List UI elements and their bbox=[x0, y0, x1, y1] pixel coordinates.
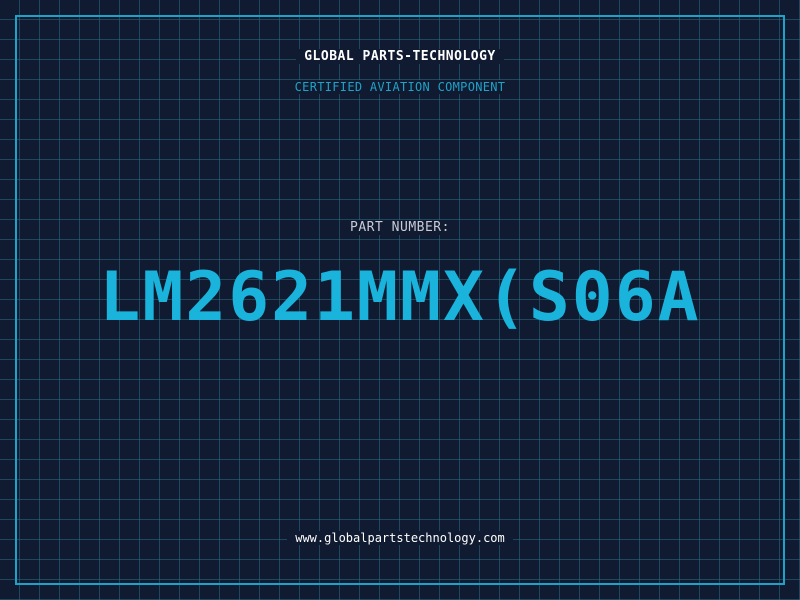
certification-tagline: CERTIFIED AVIATION COMPONENT bbox=[0, 80, 800, 94]
company-name-text: GLOBAL PARTS-TECHNOLOGY bbox=[296, 49, 504, 64]
certificate-page: GLOBAL PARTS-TECHNOLOGY CERTIFIED AVIATI… bbox=[0, 0, 800, 600]
part-number-label: PART NUMBER: bbox=[0, 220, 800, 235]
website-url-text: www.globalpartstechnology.com bbox=[287, 531, 513, 545]
website-url: www.globalpartstechnology.com bbox=[0, 531, 800, 545]
part-number-value: LM2621MMX(S06A bbox=[99, 258, 701, 337]
tagline-text: CERTIFIED AVIATION COMPONENT bbox=[286, 80, 514, 94]
part-number-label-text: PART NUMBER: bbox=[342, 220, 458, 235]
company-name: GLOBAL PARTS-TECHNOLOGY bbox=[0, 49, 800, 64]
